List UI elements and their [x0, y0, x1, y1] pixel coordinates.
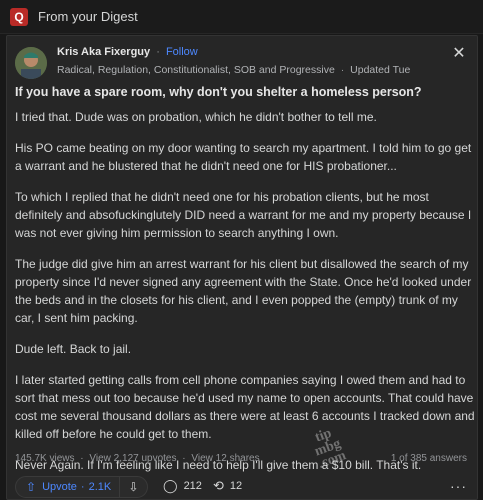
answer-paragraph: To which I replied that he didn't need o…: [15, 190, 472, 240]
answer-card: Kris Aka Fixerguy · Follow Radical, Regu…: [6, 35, 478, 500]
comment-button[interactable]: ◯ 212: [163, 478, 202, 494]
separator-dot: ·: [80, 453, 84, 464]
digest-label: From your Digest: [38, 9, 138, 24]
share-icon: ⟲: [213, 478, 224, 493]
answer-paragraph: I tried that. Dude was on probation, whi…: [15, 110, 377, 124]
upvote-dot: ·: [80, 481, 85, 493]
upvote-button[interactable]: ⇧ Upvote · 2.1K: [16, 477, 120, 497]
views-count: 145.7K views: [15, 453, 75, 464]
answer-stats: 145.7K views · View 2,127 upvotes · View…: [15, 453, 260, 464]
action-bar: ⇧ Upvote · 2.1K ⇩ ◯ 212 ⟲ 12 ···: [7, 476, 477, 500]
follow-button[interactable]: Follow: [166, 46, 198, 58]
close-icon[interactable]: ✕: [451, 46, 467, 62]
digest-header: Q From your Digest: [0, 0, 483, 34]
quora-logo-icon[interactable]: Q: [10, 7, 28, 26]
answer-body: I tried that. Dude was on probation, whi…: [15, 108, 475, 487]
share-button[interactable]: ⟲ 12: [213, 478, 242, 494]
upvote-count: 2.1K: [88, 481, 112, 493]
answers-count[interactable]: 1 of 385 answers: [391, 453, 467, 464]
comment-icon: ◯: [163, 478, 178, 493]
share-count: 12: [229, 480, 243, 492]
separator-dot: ·: [156, 46, 160, 58]
answer-paragraph: The judge did give him an arrest warrant…: [15, 257, 472, 325]
author-credentials[interactable]: Radical, Regulation, Constitutionalist, …: [57, 64, 335, 76]
downvote-arrow-icon: ⇩: [128, 480, 139, 494]
comment-count: 212: [183, 480, 202, 492]
upvote-arrow-icon: ⇧: [26, 480, 37, 494]
answer-paragraph: His PO came beating on my door wanting t…: [15, 141, 472, 173]
author-credentials-line: Radical, Regulation, Constitutionalist, …: [57, 64, 410, 76]
answer-paragraph: Dude left. Back to jail.: [15, 342, 132, 356]
view-upvotes-link[interactable]: View 2,127 upvotes: [89, 453, 176, 464]
view-shares-link[interactable]: View 12 shares: [191, 453, 259, 464]
updated-timestamp[interactable]: Updated Tue: [350, 64, 410, 76]
author-line: Kris Aka Fixerguy · Follow: [57, 46, 198, 58]
separator-dot: ·: [340, 64, 345, 76]
answer-paragraph: I later started getting calls from cell …: [15, 373, 475, 441]
upvote-label: Upvote: [42, 481, 77, 493]
vote-pill: ⇧ Upvote · 2.1K ⇩: [15, 476, 148, 498]
more-icon[interactable]: ···: [450, 478, 467, 494]
question-title[interactable]: If you have a spare room, why don't you …: [15, 85, 422, 99]
author-avatar[interactable]: [15, 47, 47, 79]
downvote-button[interactable]: ⇩: [120, 480, 147, 494]
separator-dot: ·: [182, 453, 186, 464]
author-name[interactable]: Kris Aka Fixerguy: [57, 46, 150, 58]
